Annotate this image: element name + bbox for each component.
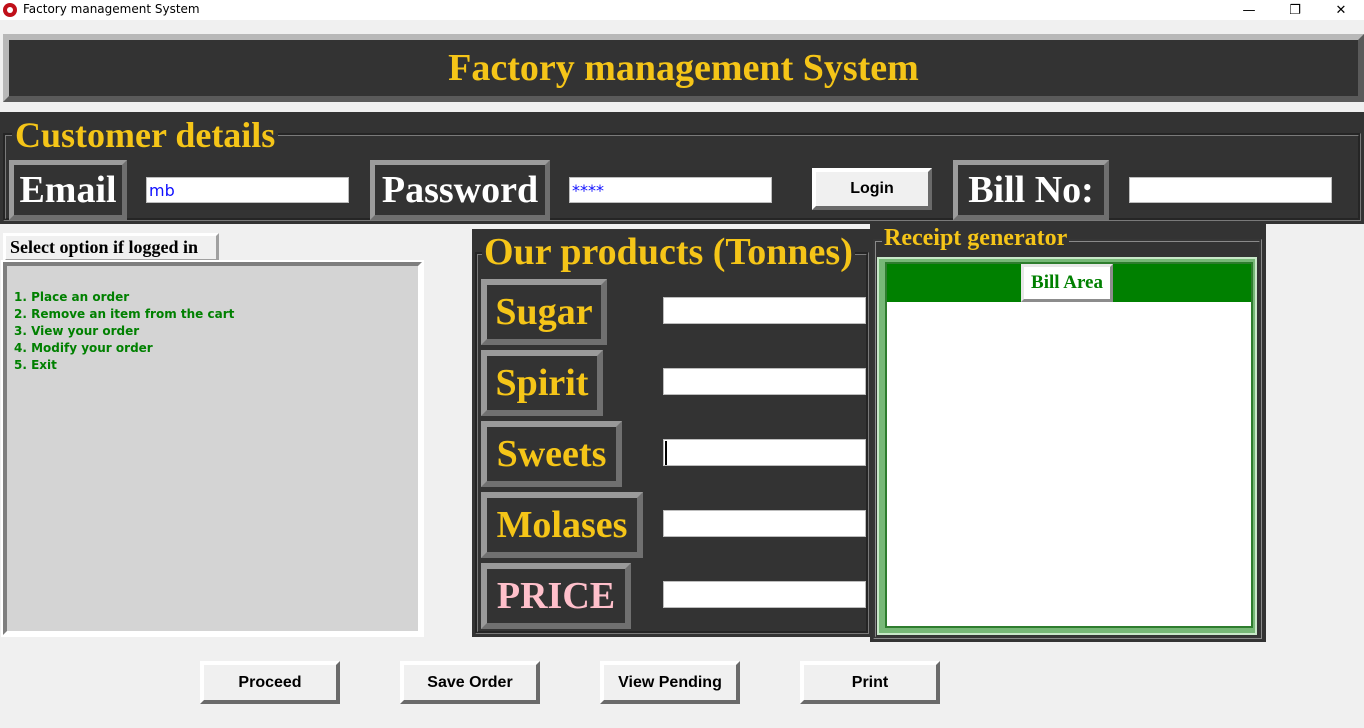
login-button[interactable]: Login xyxy=(812,168,932,210)
bill-no-field[interactable] xyxy=(1129,177,1332,203)
spirit-field[interactable] xyxy=(663,368,866,395)
text-cursor xyxy=(665,441,667,465)
product-label-sugar: Sugar xyxy=(481,279,607,345)
product-label-sweets: Sweets xyxy=(481,421,622,487)
email-field[interactable] xyxy=(146,177,349,203)
sugar-field[interactable] xyxy=(663,297,866,324)
close-icon[interactable]: ✕ xyxy=(1318,0,1364,20)
product-label-spirit: Spirit xyxy=(481,350,603,416)
menu-option: 2. Remove an item from the cart xyxy=(14,307,235,321)
bill-area-label: Bill Area xyxy=(1021,264,1113,302)
sweets-field[interactable] xyxy=(663,439,866,466)
menu-option: 5. Exit xyxy=(14,358,57,372)
bill-area-text[interactable] xyxy=(885,262,1253,628)
menu-option: 1. Place an order xyxy=(14,290,130,304)
password-label: Password xyxy=(370,160,550,220)
app-icon xyxy=(3,3,17,17)
window-titlebar xyxy=(0,0,1364,20)
customer-details-legend: Customer details xyxy=(12,115,279,155)
password-field[interactable] xyxy=(569,177,772,203)
header-banner: Factory management System xyxy=(3,34,1364,102)
products-legend: Our products (Tonnes) xyxy=(482,230,855,274)
email-label: Email xyxy=(9,160,127,220)
menu-option: 3. View your order xyxy=(14,324,140,338)
product-label-price: PRICE xyxy=(481,563,631,629)
menu-option: 4. Modify your order xyxy=(14,341,153,355)
receipt-legend: Receipt generator xyxy=(882,224,1070,252)
product-label-molases: Molases xyxy=(481,492,643,558)
window-title: Factory management System xyxy=(23,2,200,16)
page-title: Factory management System xyxy=(448,47,919,89)
view-pending-button[interactable]: View Pending xyxy=(600,661,740,704)
minimize-icon[interactable]: — xyxy=(1226,0,1272,20)
bill-no-label: Bill No: xyxy=(953,160,1109,220)
maximize-icon[interactable]: ❐ xyxy=(1272,0,1318,20)
proceed-button[interactable]: Proceed xyxy=(200,661,340,704)
print-button[interactable]: Print xyxy=(800,661,940,704)
menu-options-box[interactable]: 1. Place an order 2. Remove an item from… xyxy=(1,260,424,637)
molases-field[interactable] xyxy=(663,510,866,537)
save-order-button[interactable]: Save Order xyxy=(400,661,540,704)
price-field[interactable] xyxy=(663,581,866,608)
menu-title: Select option if logged in xyxy=(3,233,219,262)
